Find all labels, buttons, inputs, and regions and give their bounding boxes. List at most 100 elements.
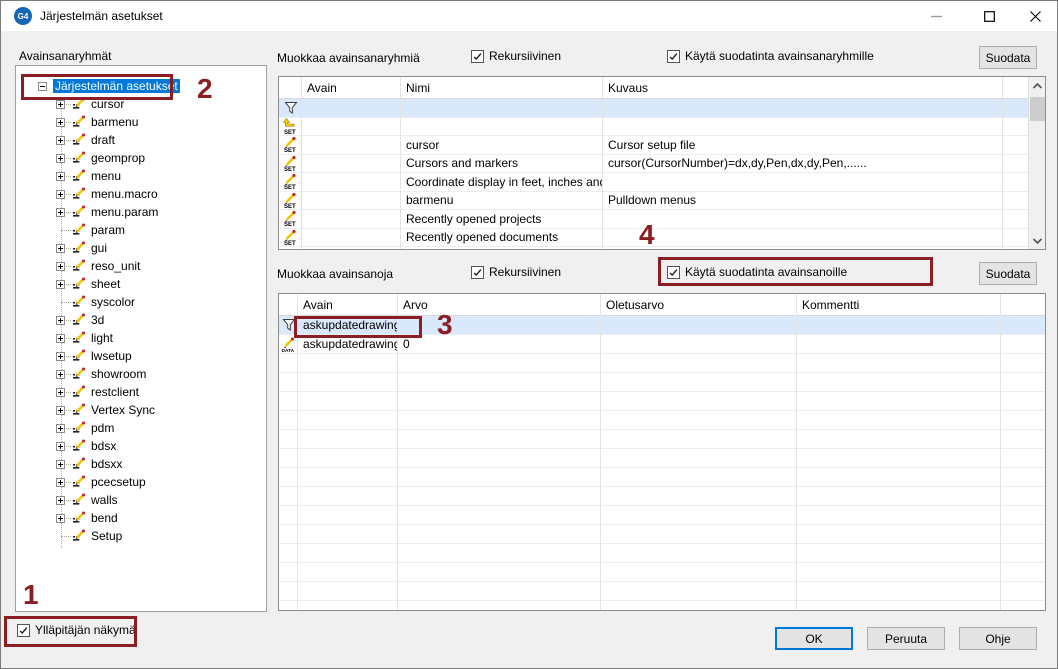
header-icon-column[interactable] (279, 77, 301, 98)
expand-plus-icon[interactable] (56, 496, 65, 505)
tree-item-root[interactable]: Järjestelmän asetukset (16, 77, 266, 95)
keyword-groups-table-header[interactable]: AvainNimiKuvaus (279, 77, 1028, 99)
keyword-group-row[interactable]: SETCoordinate display in feet, inches an… (279, 173, 1028, 192)
keywords-table-header[interactable]: AvainArvoOletusarvoKommentti (279, 294, 1045, 316)
expand-plus-icon[interactable] (56, 370, 65, 379)
keyword-group-pencil-icon (71, 168, 87, 184)
expand-plus-icon[interactable] (56, 478, 65, 487)
expand-plus-icon[interactable] (56, 514, 65, 523)
column-header-avain[interactable]: Avain (297, 294, 397, 315)
expand-plus-icon[interactable] (56, 136, 65, 145)
tree-item-label: barmenu (89, 115, 140, 129)
minimize-button[interactable] (914, 1, 959, 31)
keywords-table[interactable]: AvainArvoOletusarvoKommentti askupdatedr… (278, 293, 1046, 611)
expand-plus-icon[interactable] (56, 442, 65, 451)
tree-item-barmenu[interactable]: barmenu (16, 113, 266, 131)
tree-item-label: geomprop (89, 151, 147, 165)
keyword-group-row[interactable]: SETcursorCursor setup file (279, 136, 1028, 155)
collapse-minus-icon[interactable] (38, 82, 47, 91)
tree-item-light[interactable]: light (16, 329, 266, 347)
keyword-group-pencil-icon (71, 276, 87, 292)
scroll-up-icon[interactable] (1029, 77, 1046, 94)
expand-plus-icon[interactable] (56, 118, 65, 127)
filter-button-keywords[interactable]: Suodata (979, 262, 1037, 285)
tree-item-bdsx[interactable]: bdsx (16, 437, 266, 455)
tree-item-bend[interactable]: bend (16, 509, 266, 527)
keyword-group-row[interactable] (279, 99, 1028, 118)
tree-item-param[interactable]: param (16, 221, 266, 239)
admin-view-checkbox[interactable]: Ylläpitäjän näkymä (17, 623, 136, 637)
keyword-row[interactable]: askupdatedrawings (279, 316, 1045, 335)
tree-item-bdsxx[interactable]: bdsxx (16, 455, 266, 473)
keyword-groups-tree-panel[interactable]: Järjestelmän asetukset cursor barmenu draf… (15, 65, 267, 612)
keyword-groups-table[interactable]: AvainNimiKuvaus SETSETcursorCursor setup… (278, 76, 1046, 250)
tree-item-label: bdsx (89, 439, 118, 453)
expand-plus-icon[interactable] (56, 352, 65, 361)
scrollbar-thumb[interactable] (1030, 97, 1045, 121)
tree-item-pdm[interactable]: pdm (16, 419, 266, 437)
keyword-group-row[interactable]: SETCursors and markerscursor(CursorNumbe… (279, 155, 1028, 174)
keyword-group-row[interactable]: SET (279, 118, 1028, 137)
close-button[interactable] (1013, 1, 1058, 31)
expand-plus-icon[interactable] (56, 316, 65, 325)
column-header-kuvaus[interactable]: Kuvaus (602, 77, 1002, 98)
expand-plus-icon[interactable] (56, 262, 65, 271)
tree-item-reso-unit[interactable]: reso_unit (16, 257, 266, 275)
help-button[interactable]: Ohje (959, 627, 1037, 650)
column-header-avain[interactable]: Avain (301, 77, 400, 98)
expand-plus-icon[interactable] (56, 424, 65, 433)
keyword-row[interactable]: DATAaskupdatedrawings0 (279, 335, 1045, 354)
annotation-number-4: 4 (639, 219, 655, 251)
tree-item-geomprop[interactable]: geomprop (16, 149, 266, 167)
tree-item-3d[interactable]: 3d (16, 311, 266, 329)
tree-item-showroom[interactable]: showroom (16, 365, 266, 383)
column-header-oletusarvo[interactable]: Oletusarvo (600, 294, 796, 315)
use-filter-keywords-checkbox[interactable]: Käytä suodatinta avainsanoille (667, 265, 847, 279)
ok-button[interactable]: OK (775, 627, 853, 650)
vertical-scrollbar[interactable] (1028, 77, 1045, 249)
recursive-checkbox-keywords[interactable]: Rekursiivinen (471, 265, 561, 279)
expand-plus-icon[interactable] (56, 208, 65, 217)
header-icon-column[interactable] (279, 294, 297, 315)
tree-item-pcecsetup[interactable]: pcecsetup (16, 473, 266, 491)
expand-plus-icon[interactable] (56, 154, 65, 163)
empty-row (279, 373, 1045, 392)
expand-plus-icon[interactable] (56, 334, 65, 343)
tree-item-menu-param[interactable]: menu.param (16, 203, 266, 221)
tree-item-cursor[interactable]: cursor (16, 95, 266, 113)
empty-row (279, 430, 1045, 449)
tree-item-syscolor[interactable]: syscolor (16, 293, 266, 311)
expand-plus-icon[interactable] (56, 460, 65, 469)
expand-plus-icon[interactable] (56, 190, 65, 199)
column-header-nimi[interactable]: Nimi (400, 77, 602, 98)
scroll-down-icon[interactable] (1029, 232, 1046, 249)
expand-plus-icon[interactable] (56, 172, 65, 181)
cancel-button[interactable]: Peruuta (867, 627, 945, 650)
column-header-kommentti[interactable]: Kommentti (796, 294, 1000, 315)
cell-nimi (400, 118, 602, 136)
expand-plus-icon[interactable] (56, 100, 65, 109)
keyword-group-row[interactable]: SETbarmenuPulldown menus (279, 192, 1028, 211)
filter-button-groups[interactable]: Suodata (979, 46, 1037, 69)
tree-item-walls[interactable]: walls (16, 491, 266, 509)
expand-plus-icon[interactable] (56, 388, 65, 397)
tree-item-menu-macro[interactable]: menu.macro (16, 185, 266, 203)
tree-item-lwsetup[interactable]: lwsetup (16, 347, 266, 365)
tree-item-menu[interactable]: menu (16, 167, 266, 185)
tree-item-vertex-sync[interactable]: Vertex Sync (16, 401, 266, 419)
tree-item-setup[interactable]: Setup (16, 527, 266, 545)
use-filter-groups-checkbox[interactable]: Käytä suodatinta avainsanaryhmille (667, 49, 874, 63)
checkmark-icon (471, 266, 484, 279)
empty-row (279, 468, 1045, 487)
maximize-button[interactable] (967, 1, 1012, 31)
expand-plus-icon[interactable] (56, 244, 65, 253)
cell-avain (301, 136, 400, 154)
column-header-arvo[interactable]: Arvo (397, 294, 600, 315)
expand-plus-icon[interactable] (56, 280, 65, 289)
tree-item-gui[interactable]: gui (16, 239, 266, 257)
tree-item-draft[interactable]: draft (16, 131, 266, 149)
tree-item-restclient[interactable]: restclient (16, 383, 266, 401)
tree-item-sheet[interactable]: sheet (16, 275, 266, 293)
expand-plus-icon[interactable] (56, 406, 65, 415)
recursive-checkbox-groups[interactable]: Rekursiivinen (471, 49, 561, 63)
